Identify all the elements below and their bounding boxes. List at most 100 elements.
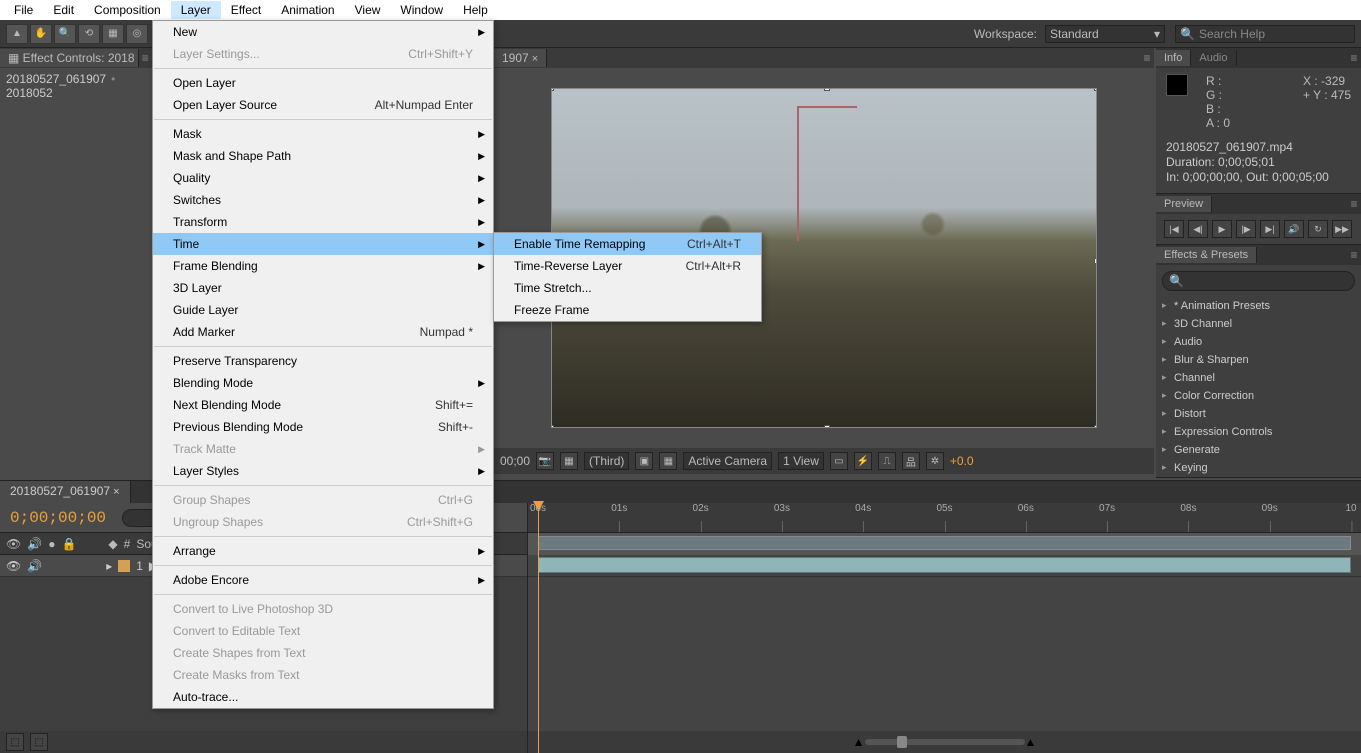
timeline-icon[interactable]: ⎍ — [878, 452, 896, 470]
preview-panel-menu-icon[interactable]: ≡ — [1347, 197, 1361, 211]
layer-clip[interactable] — [538, 557, 1351, 573]
menu-item-frame-blending[interactable]: Frame Blending▶ — [153, 255, 493, 277]
effects-category[interactable]: Keying — [1156, 459, 1361, 477]
speaker-toggle-icon[interactable]: 🔊 — [27, 559, 42, 573]
search-help-input[interactable]: 🔍Search Help — [1175, 25, 1355, 43]
panel-menu-icon[interactable]: ≡ — [139, 51, 152, 65]
camera-tool-icon[interactable]: ▦ — [102, 24, 124, 44]
transform-handle[interactable] — [824, 425, 830, 428]
menu-item-time-reverse-layer[interactable]: Time-Reverse LayerCtrl+Alt+R — [494, 255, 761, 277]
lock-column-icon[interactable]: 🔒 — [61, 537, 76, 551]
menu-item-mask-and-shape-path[interactable]: Mask and Shape Path▶ — [153, 145, 493, 167]
menu-item-time-stretch-[interactable]: Time Stretch... — [494, 277, 761, 299]
exposure-value[interactable]: +0.0 — [950, 454, 974, 468]
snapshot-icon[interactable]: 📷 — [536, 452, 554, 470]
pan-behind-tool-icon[interactable]: ◎ — [126, 24, 148, 44]
menu-item-time[interactable]: Time▶ — [153, 233, 493, 255]
menu-item-freeze-frame[interactable]: Freeze Frame — [494, 299, 761, 321]
breadcrumb-layer[interactable]: 2018052 — [6, 86, 53, 100]
menu-item-3d-layer[interactable]: 3D Layer — [153, 277, 493, 299]
grid-icon[interactable]: ▦ — [659, 452, 677, 470]
effects-category[interactable]: Blur & Sharpen — [1156, 351, 1361, 369]
menu-item-guide-layer[interactable]: Guide Layer — [153, 299, 493, 321]
composition-tab[interactable]: 1907 × — [494, 49, 547, 67]
menu-item-transform[interactable]: Transform▶ — [153, 211, 493, 233]
menu-window[interactable]: Window — [390, 1, 453, 19]
transform-handle[interactable] — [824, 88, 830, 91]
menu-item-preserve-transparency[interactable]: Preserve Transparency — [153, 350, 493, 372]
resolution-select[interactable]: (Third) — [584, 452, 629, 470]
effects-category[interactable]: * Animation Presets — [1156, 297, 1361, 315]
speaker-column-icon[interactable]: 🔊 — [27, 537, 42, 551]
menu-item-add-marker[interactable]: Add MarkerNumpad * — [153, 321, 493, 343]
track-row[interactable] — [528, 555, 1361, 577]
playhead[interactable] — [538, 503, 539, 753]
menu-edit[interactable]: Edit — [43, 1, 84, 19]
menu-file[interactable]: File — [4, 1, 43, 19]
menu-item-quality[interactable]: Quality▶ — [153, 167, 493, 189]
info-tab[interactable]: Info — [1156, 50, 1191, 66]
time-ruler[interactable]: 00s01s02s03s04s05s06s07s08s09s10 — [528, 503, 1361, 533]
reset-exposure-icon[interactable]: ✲ — [926, 452, 944, 470]
menu-item-mask[interactable]: Mask▶ — [153, 123, 493, 145]
effects-category[interactable]: Distort — [1156, 405, 1361, 423]
menu-animation[interactable]: Animation — [271, 1, 344, 19]
menu-item-enable-time-remapping[interactable]: Enable Time RemappingCtrl+Alt+T — [494, 233, 761, 255]
rotate-tool-icon[interactable]: ⟲ — [78, 24, 100, 44]
mute-icon[interactable]: 🔊 — [1284, 220, 1304, 238]
info-panel-menu-icon[interactable]: ≡ — [1347, 51, 1361, 65]
play-icon[interactable]: ▶ — [1212, 220, 1232, 238]
breadcrumb-comp[interactable]: 20180527_061907 — [6, 72, 106, 86]
menu-item-arrange[interactable]: Arrange▶ — [153, 540, 493, 562]
eye-toggle-icon[interactable]: 👁 — [6, 559, 21, 573]
effects-category[interactable]: Color Correction — [1156, 387, 1361, 405]
views-select[interactable]: 1 View — [778, 452, 824, 470]
menu-composition[interactable]: Composition — [84, 1, 171, 19]
zoom-in-icon[interactable]: ▲ — [1025, 735, 1037, 749]
transform-handle[interactable] — [1094, 88, 1097, 91]
menu-item-new[interactable]: New▶ — [153, 21, 493, 43]
effect-controls-tab[interactable]: ▦ Effect Controls: 2018 — [0, 49, 139, 67]
audio-tab[interactable]: Audio — [1191, 50, 1236, 66]
roi-icon[interactable]: ▣ — [635, 452, 653, 470]
first-frame-icon[interactable]: |◀ — [1164, 220, 1184, 238]
fast-previews-icon[interactable]: ⚡ — [854, 452, 872, 470]
transform-handle[interactable] — [551, 425, 554, 428]
twirl-icon[interactable]: ▸ — [106, 559, 112, 573]
toggle-switches-icon[interactable]: ⬚ — [6, 733, 24, 751]
current-timecode[interactable]: 0;00;00;00 — [0, 509, 116, 527]
effects-search-input[interactable]: 🔍 — [1162, 271, 1355, 291]
zoom-slider[interactable] — [865, 739, 1025, 745]
loop-icon[interactable]: ↻ — [1308, 220, 1328, 238]
layer-color-swatch[interactable] — [118, 560, 130, 572]
menu-item-layer-styles[interactable]: Layer Styles▶ — [153, 460, 493, 482]
hand-tool-icon[interactable]: ✋ — [30, 24, 52, 44]
pixel-aspect-icon[interactable]: ▭ — [830, 452, 848, 470]
menu-item-previous-blending-mode[interactable]: Previous Blending ModeShift+- — [153, 416, 493, 438]
work-area-range[interactable] — [538, 536, 1351, 550]
menu-effect[interactable]: Effect — [221, 1, 271, 19]
selection-tool-icon[interactable]: ▲ — [6, 24, 28, 44]
transform-handle[interactable] — [551, 88, 554, 91]
effects-category[interactable]: Audio — [1156, 333, 1361, 351]
ram-preview-icon[interactable]: ▶▶ — [1332, 220, 1352, 238]
toggle-modes-icon[interactable]: ⬚ — [30, 733, 48, 751]
flowchart-icon[interactable]: 品 — [902, 452, 920, 470]
menu-item-next-blending-mode[interactable]: Next Blending ModeShift+= — [153, 394, 493, 416]
transform-handle[interactable] — [1094, 258, 1097, 264]
comp-panel-menu-icon[interactable]: ≡ — [1140, 51, 1154, 65]
preview-tab[interactable]: Preview — [1156, 196, 1212, 212]
next-frame-icon[interactable]: |▶ — [1236, 220, 1256, 238]
zoom-tool-icon[interactable]: 🔍 — [54, 24, 76, 44]
effects-category[interactable]: Expression Controls — [1156, 423, 1361, 441]
last-frame-icon[interactable]: ▶| — [1260, 220, 1280, 238]
menu-item-open-layer[interactable]: Open Layer — [153, 72, 493, 94]
effects-category[interactable]: Channel — [1156, 369, 1361, 387]
menu-view[interactable]: View — [345, 1, 391, 19]
eye-column-icon[interactable]: 👁 — [6, 537, 21, 551]
effects-category[interactable]: Generate — [1156, 441, 1361, 459]
effects-presets-tab[interactable]: Effects & Presets — [1156, 247, 1257, 263]
prev-frame-icon[interactable]: ◀| — [1188, 220, 1208, 238]
camera-select[interactable]: Active Camera — [683, 452, 772, 470]
transform-handle[interactable] — [1094, 425, 1097, 428]
